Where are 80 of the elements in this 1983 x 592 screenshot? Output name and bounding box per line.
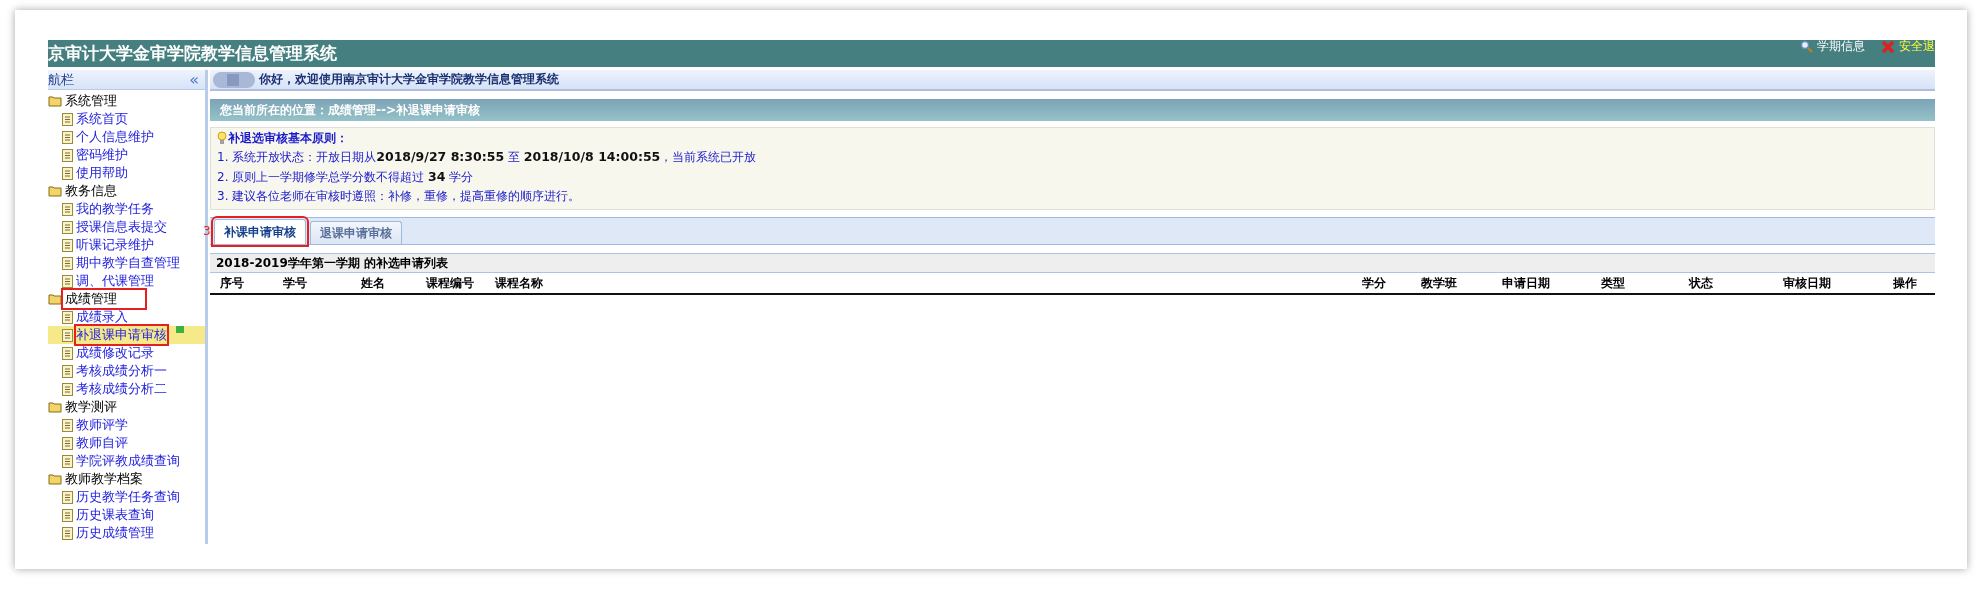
- column-header: 课程编号: [426, 274, 475, 292]
- document-icon: [62, 328, 73, 342]
- document-icon: [62, 202, 73, 216]
- document-icon: [62, 382, 73, 396]
- menu-group[interactable]: 教务信息: [63, 182, 119, 200]
- column-header: 类型: [1601, 274, 1626, 292]
- document-icon: [62, 346, 73, 360]
- lightbulb-icon: [217, 130, 227, 146]
- close-icon: [1881, 40, 1895, 54]
- menu-group[interactable]: 成绩管理: [63, 290, 145, 308]
- menu-item[interactable]: 使用帮助: [76, 164, 128, 182]
- system-title: 京审计大学金审学院教学信息管理系统: [48, 42, 337, 65]
- menu-item[interactable]: 系统首页: [76, 110, 128, 128]
- column-header: 申请日期: [1502, 274, 1551, 292]
- document-icon: [62, 274, 73, 288]
- folder-icon: [48, 95, 62, 107]
- document-icon: [62, 220, 73, 234]
- sidebar-title: 航栏: [48, 70, 74, 89]
- tab[interactable]: 退课申请审核: [310, 221, 402, 244]
- menu-item[interactable]: 授课信息表提交: [76, 218, 167, 236]
- column-header: 姓名: [361, 274, 386, 292]
- logout-link[interactable]: 安全退: [1881, 40, 1935, 55]
- menu-item[interactable]: 成绩修改记录: [76, 344, 154, 362]
- document-icon: [62, 148, 73, 162]
- notice-line: 1. 系统开放状态：开放日期从2018/9/27 8:30:55 至 2018/10/8 14:00:55，当前系统已开放: [217, 148, 758, 166]
- menu-item[interactable]: 教师评学: [76, 416, 128, 434]
- document-icon: [62, 436, 73, 450]
- menu-item[interactable]: 听课记录维护: [76, 236, 154, 254]
- folder-icon: [48, 185, 62, 197]
- welcome-message: 你好，欢迎使用南京审计大学金审学院教学信息管理系统: [259, 71, 559, 88]
- annotation-number: 3: [203, 224, 211, 238]
- notice-title: 补退选审核基本原则：: [228, 129, 348, 147]
- document-icon: [62, 490, 73, 504]
- document-icon: [62, 364, 73, 378]
- menu-item[interactable]: 学院评教成绩查询: [76, 452, 180, 470]
- document-icon: [62, 418, 73, 432]
- folder-icon: [48, 473, 62, 485]
- menu-item[interactable]: 调、代课管理: [76, 272, 154, 290]
- table-title: 2018-2019学年第一学期 的补选申请列表: [216, 254, 448, 272]
- document-icon: [62, 256, 73, 270]
- menu-item[interactable]: 密码维护: [76, 146, 128, 164]
- menu-item[interactable]: 历史成绩管理: [76, 524, 154, 542]
- column-header: 教学班: [1421, 274, 1458, 292]
- search-icon: [1800, 40, 1813, 53]
- folder-icon: [48, 293, 62, 305]
- column-header: 审核日期: [1783, 274, 1832, 292]
- document-icon: [62, 526, 73, 540]
- document-icon: [62, 238, 73, 252]
- menu-group[interactable]: 教师教学档案: [63, 470, 145, 488]
- menu-item[interactable]: 历史课表查询: [76, 506, 154, 524]
- menu-group[interactable]: 系统管理: [63, 92, 119, 110]
- term-info-link[interactable]: 学期信息: [1800, 40, 1865, 55]
- column-header: 学号: [283, 274, 308, 292]
- menu-group[interactable]: 教学测评: [63, 398, 119, 416]
- document-icon: [62, 454, 73, 468]
- document-icon: [62, 166, 73, 180]
- column-header: 课程名称: [495, 274, 544, 292]
- menu-item[interactable]: 我的教学任务: [76, 200, 154, 218]
- tab[interactable]: 补课申请审核: [214, 219, 306, 244]
- column-header: 状态: [1689, 274, 1714, 292]
- notice-line: 2. 原则上一学期修学总学分数不得超过 34 学分: [217, 168, 475, 186]
- flag-icon: [176, 326, 184, 333]
- notice-line: 3. 建议各位老师在审核时遵照：补修，重修，提高重修的顺序进行。: [217, 188, 582, 205]
- menu-item[interactable]: 教师自评: [76, 434, 128, 452]
- folder-icon: [48, 401, 62, 413]
- menu-item[interactable]: 考核成绩分析二: [76, 380, 167, 398]
- document-icon: [62, 310, 73, 324]
- menu-item[interactable]: 考核成绩分析一: [76, 362, 167, 380]
- menu-item[interactable]: 个人信息维护: [76, 128, 154, 146]
- menu-item[interactable]: 成绩录入: [76, 308, 128, 326]
- column-header: 操作: [1893, 274, 1918, 292]
- breadcrumb: 您当前所在的位置：成绩管理-->补退课申请审核: [220, 101, 480, 119]
- document-icon: [62, 130, 73, 144]
- column-header: 学分: [1362, 274, 1387, 292]
- collapse-toggle[interactable]: «: [189, 70, 199, 89]
- document-icon: [62, 508, 73, 522]
- column-header: 序号: [220, 274, 245, 292]
- menu-item[interactable]: 历史教学任务查询: [76, 488, 180, 506]
- menu-item[interactable]: 期中教学自查管理: [76, 254, 180, 272]
- document-icon: [62, 112, 73, 126]
